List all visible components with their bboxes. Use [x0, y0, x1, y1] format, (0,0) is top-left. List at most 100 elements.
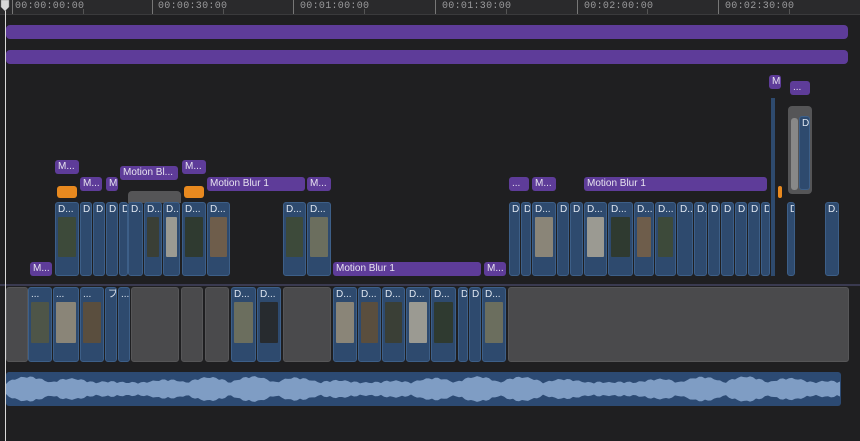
- effect-clip-motion-blur[interactable]: Motion Blur 1: [207, 177, 305, 191]
- video-clip[interactable]: D: [799, 116, 810, 190]
- video-clip[interactable]: プ/: [105, 287, 117, 362]
- effect-clip[interactable]: M...: [182, 160, 206, 174]
- video-clip[interactable]: D: [748, 202, 760, 276]
- video-clip[interactable]: ...: [53, 287, 79, 362]
- video-clip[interactable]: D: [509, 202, 520, 276]
- clip-label: D: [461, 289, 468, 300]
- clip-label: D...: [210, 204, 226, 215]
- timeline-ruler[interactable]: 00:00:00:00 00:00:30:00 00:01:00:00 00:0…: [0, 0, 860, 15]
- effect-clip[interactable]: M...: [307, 177, 331, 191]
- clip-label: ...: [31, 289, 40, 300]
- video-clip[interactable]: D: [570, 202, 583, 276]
- gap-clip[interactable]: [131, 287, 179, 362]
- retime-marker[interactable]: [184, 186, 204, 198]
- video-clip[interactable]: ...: [80, 287, 104, 362]
- effect-clip-motion-blur[interactable]: Motion Bl...: [120, 166, 178, 180]
- clip-thumbnail: [166, 217, 177, 257]
- adjustment-layer-bar[interactable]: [6, 25, 848, 39]
- video-clip[interactable]: D: [93, 202, 105, 276]
- video-clip[interactable]: D...: [677, 202, 693, 276]
- retime-marker[interactable]: [57, 186, 77, 198]
- effect-clip[interactable]: M...: [30, 262, 52, 276]
- video-clip[interactable]: D...: [532, 202, 556, 276]
- video-clip[interactable]: D...: [128, 202, 143, 276]
- video-clip[interactable]: D...: [655, 202, 676, 276]
- ruler-tick: [293, 0, 294, 14]
- thin-clip-stack[interactable]: [771, 98, 775, 276]
- playhead[interactable]: [5, 0, 6, 441]
- gap-clip[interactable]: [508, 287, 849, 362]
- effect-clip-motion-blur[interactable]: Motion Blur 1: [333, 262, 481, 276]
- video-clip[interactable]: D: [80, 202, 92, 276]
- gap-clip[interactable]: [181, 287, 203, 362]
- effect-clip[interactable]: M: [106, 177, 118, 191]
- video-clip[interactable]: D...: [55, 202, 79, 276]
- video-clip[interactable]: D...: [382, 287, 405, 362]
- video-clip[interactable]: D...: [431, 287, 456, 362]
- clip-label: D...: [286, 204, 302, 215]
- clip-handle[interactable]: [791, 118, 798, 190]
- video-clip[interactable]: D...: [608, 202, 633, 276]
- playhead-handle-icon[interactable]: [0, 0, 10, 12]
- video-clip[interactable]: D: [787, 202, 795, 276]
- gap-clip[interactable]: [205, 287, 229, 362]
- clip-thumbnail: [234, 302, 253, 343]
- clip-label: D...: [611, 204, 627, 215]
- video-clip[interactable]: D...: [207, 202, 230, 276]
- clip-thumbnail: [611, 217, 630, 257]
- clip-label: D...: [535, 204, 551, 215]
- video-clip[interactable]: ...: [28, 287, 52, 362]
- video-clip[interactable]: D...: [182, 202, 206, 276]
- clip-label: D: [560, 204, 568, 215]
- clip-thumbnail: [485, 302, 503, 343]
- clip-label: D: [512, 204, 520, 215]
- video-clip[interactable]: D: [761, 202, 770, 276]
- effect-clip[interactable]: M...: [532, 177, 556, 191]
- video-clip[interactable]: D...: [358, 287, 381, 362]
- audio-clip[interactable]: [6, 372, 841, 406]
- effect-clip[interactable]: M: [769, 75, 781, 89]
- effect-clip[interactable]: M...: [55, 160, 79, 174]
- video-clip[interactable]: D...: [231, 287, 256, 362]
- clip-label: D: [738, 204, 746, 215]
- video-clip[interactable]: D...: [283, 202, 306, 276]
- video-clip[interactable]: D: [119, 202, 128, 276]
- video-clip[interactable]: D...: [708, 202, 720, 276]
- effect-clip[interactable]: M...: [484, 262, 506, 276]
- effect-clip[interactable]: ...: [790, 81, 810, 95]
- video-clip[interactable]: D: [469, 287, 481, 362]
- retime-marker[interactable]: [778, 186, 782, 198]
- clip-label: D...: [409, 289, 425, 300]
- video-clip[interactable]: D...: [257, 287, 281, 362]
- video-clip[interactable]: ...: [118, 287, 130, 362]
- video-clip[interactable]: D: [458, 287, 468, 362]
- clip-thumbnail: [361, 302, 378, 343]
- clip-label: D...: [336, 289, 352, 300]
- gap-clip[interactable]: [283, 287, 331, 362]
- video-clip[interactable]: D...: [163, 202, 180, 276]
- effect-clip-motion-blur[interactable]: Motion Blur 1: [584, 177, 767, 191]
- clip-label: D: [83, 204, 91, 215]
- video-clip[interactable]: D...: [825, 202, 839, 276]
- video-clip[interactable]: D...: [106, 202, 118, 276]
- adjustment-layer-bar[interactable]: [6, 50, 848, 64]
- video-clip[interactable]: D: [721, 202, 734, 276]
- effect-clip[interactable]: M...: [80, 177, 102, 191]
- clip-thumbnail: [310, 217, 328, 257]
- clip-label: D: [472, 289, 480, 300]
- video-clip[interactable]: D...: [307, 202, 331, 276]
- video-clip[interactable]: D: [735, 202, 747, 276]
- video-clip[interactable]: D...: [694, 202, 707, 276]
- video-clip[interactable]: D...: [482, 287, 506, 362]
- clip-thumbnail: [147, 217, 159, 257]
- clip-label: D...: [147, 204, 162, 215]
- video-clip[interactable]: D...: [406, 287, 430, 362]
- video-clip[interactable]: D...: [144, 202, 162, 276]
- video-clip[interactable]: D: [521, 202, 531, 276]
- gap-clip[interactable]: [6, 287, 28, 362]
- video-clip[interactable]: D...: [584, 202, 607, 276]
- video-clip[interactable]: D...: [333, 287, 357, 362]
- video-clip[interactable]: D...: [634, 202, 654, 276]
- effect-clip[interactable]: ...: [509, 177, 529, 191]
- video-clip[interactable]: D: [557, 202, 569, 276]
